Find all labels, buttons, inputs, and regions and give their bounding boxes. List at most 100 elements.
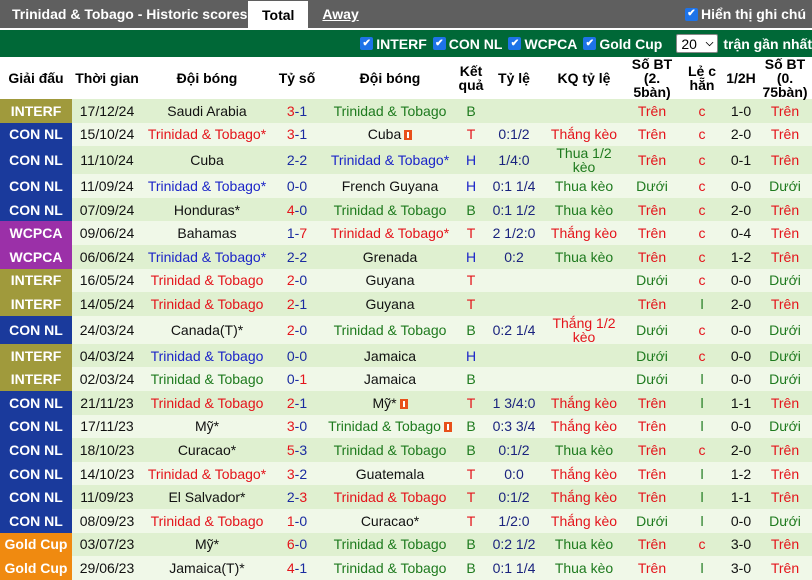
away-team[interactable]: Trinidad & Tobago [322,414,458,439]
filter-interf[interactable]: ✔ INTERF [360,36,427,52]
table-row[interactable]: CON NL 08/09/23 Trinidad & Tobago 1-0 Curaca… [0,508,812,533]
away-team[interactable]: Guatemala [322,461,458,486]
checkbox-checked-icon[interactable]: ✔ [685,7,698,21]
home-team[interactable]: Trinidad & Tobago* [142,122,272,147]
table-row[interactable]: INTERF 16/05/24 Trinidad & Tobago 2-0 Guyana… [0,268,812,293]
away-team[interactable]: Trinidad & Tobago [322,99,458,123]
away-team[interactable]: Trinidad & Tobago* [322,221,458,245]
score[interactable]: 2-2 [272,146,322,175]
table-row[interactable]: CON NL 07/09/24 Honduras* 4-0 Trinidad & Tob… [0,197,812,222]
score[interactable]: 2-0 [272,315,322,344]
home-team[interactable]: El Salvador* [142,485,272,509]
away-team[interactable]: Grenada [322,244,458,269]
score[interactable]: 4-0 [272,197,322,222]
home-team[interactable]: Trinidad & Tobago [142,343,272,368]
table-row[interactable]: INTERF 04/03/24 Trinidad & Tobago 0-0 Jamaic… [0,343,812,368]
home-team[interactable]: Mỹ* [142,414,272,439]
tab-total[interactable]: Total [248,1,309,28]
checkbox-checked-icon[interactable]: ✔ [360,37,374,50]
table-row[interactable]: CON NL 11/09/24 Trinidad & Tobago* 0-0 Frenc… [0,174,812,198]
table-row[interactable]: CON NL 11/09/23 El Salvador* 2-3 Trinidad & … [0,485,812,509]
away-team[interactable]: Trinidad & Tobago [322,485,458,509]
away-team[interactable]: Mỹ* [322,390,458,415]
score[interactable]: 3-0 [272,414,322,439]
score[interactable]: 2-1 [272,292,322,316]
home-team[interactable]: Honduras* [142,197,272,222]
table-row[interactable]: INTERF 02/03/24 Trinidad & Tobago 0-1 Jamaic… [0,367,812,391]
league-badge[interactable]: CON NL [0,315,72,344]
show-notes-toggle[interactable]: ✔ Hiển thị ghi chú [685,0,806,28]
table-row[interactable]: WCPCA 06/06/24 Trinidad & Tobago* 2-2 Grenad… [0,244,812,269]
home-team[interactable]: Trinidad & Tobago* [142,244,272,269]
league-badge[interactable]: INTERF [0,268,72,293]
table-row[interactable]: CON NL 17/11/23 Mỹ* 3-0 Trinidad & Tobago B 0:… [0,414,812,439]
filter-wcpca[interactable]: ✔ WCPCA [508,36,577,52]
table-row[interactable]: CON NL 11/10/24 Cuba 2-2 Trinidad & Tobago* H… [0,146,812,175]
away-team[interactable]: Guyana [322,268,458,293]
league-badge[interactable]: INTERF [0,99,72,123]
table-row[interactable]: INTERF 17/12/24 Saudi Arabia 3-1 Trinidad & … [0,99,812,123]
league-badge[interactable]: INTERF [0,292,72,316]
league-badge[interactable]: INTERF [0,367,72,391]
home-team[interactable]: Canada(T)* [142,315,272,344]
score[interactable]: 0-0 [272,174,322,198]
table-row[interactable]: CON NL 21/11/23 Trinidad & Tobago 2-1 Mỹ* T 1 … [0,390,812,415]
league-badge[interactable]: CON NL [0,122,72,147]
home-team[interactable]: Bahamas [142,221,272,245]
score[interactable]: 3-1 [272,122,322,147]
match-count-select[interactable]: 20 ⌵ [676,34,719,53]
home-team[interactable]: Trinidad & Tobago* [142,174,272,198]
league-badge[interactable]: Gold Cup [0,532,72,557]
table-row[interactable]: Gold Cup 03/07/23 Mỹ* 6-0 Trinidad & Tobago B… [0,532,812,557]
home-team[interactable]: Curacao* [142,438,272,462]
league-badge[interactable]: CON NL [0,438,72,462]
score[interactable]: 2-1 [272,390,322,415]
home-team[interactable]: Mỹ* [142,532,272,557]
score[interactable]: 2-2 [272,244,322,269]
table-row[interactable]: CON NL 15/10/24 Trinidad & Tobago* 3-1 Cuba T… [0,122,812,147]
away-team[interactable]: Trinidad & Tobago [322,197,458,222]
away-team[interactable]: Trinidad & Tobago [322,532,458,557]
home-team[interactable]: Saudi Arabia [142,99,272,123]
checkbox-checked-icon[interactable]: ✔ [432,37,446,50]
league-badge[interactable]: CON NL [0,508,72,533]
away-team[interactable]: Jamaica [322,343,458,368]
score[interactable]: 5-3 [272,438,322,462]
score[interactable]: 3-1 [272,99,322,123]
league-badge[interactable]: INTERF [0,343,72,368]
filter-gold-cup[interactable]: ✔ Gold Cup [583,36,662,52]
table-row[interactable]: CON NL 24/03/24 Canada(T)* 2-0 Trinidad & To… [0,315,812,344]
away-team[interactable]: Jamaica [322,367,458,391]
league-badge[interactable]: CON NL [0,174,72,198]
away-team[interactable]: Trinidad & Tobago [322,315,458,344]
home-team[interactable]: Trinidad & Tobago [142,367,272,391]
league-badge[interactable]: WCPCA [0,244,72,269]
league-badge[interactable]: WCPCA [0,221,72,245]
away-team[interactable]: Trinidad & Tobago [322,438,458,462]
score[interactable]: 0-1 [272,367,322,391]
score[interactable]: 1-7 [272,221,322,245]
league-badge[interactable]: CON NL [0,197,72,222]
filter-con-nl[interactable]: ✔ CON NL [432,36,502,52]
home-team[interactable]: Trinidad & Tobago* [142,461,272,486]
home-team[interactable]: Trinidad & Tobago [142,508,272,533]
away-team[interactable]: Trinidad & Tobago* [322,146,458,175]
league-badge[interactable]: CON NL [0,390,72,415]
home-team[interactable]: Trinidad & Tobago [142,268,272,293]
table-row[interactable]: INTERF 14/05/24 Trinidad & Tobago 2-1 Guyana… [0,292,812,316]
home-team[interactable]: Trinidad & Tobago [142,292,272,316]
score[interactable]: 2-0 [272,268,322,293]
checkbox-checked-icon[interactable]: ✔ [583,37,597,50]
score[interactable]: 2-3 [272,485,322,509]
score[interactable]: 1-0 [272,508,322,533]
away-team[interactable]: Guyana [322,292,458,316]
table-row[interactable]: CON NL 14/10/23 Trinidad & Tobago* 3-2 Guate… [0,461,812,486]
tab-away[interactable]: Away [308,0,372,28]
checkbox-checked-icon[interactable]: ✔ [508,37,522,50]
score[interactable]: 0-0 [272,343,322,368]
league-badge[interactable]: CON NL [0,461,72,486]
league-badge[interactable]: CON NL [0,485,72,509]
score[interactable]: 3-2 [272,461,322,486]
away-team[interactable]: Cuba [322,122,458,147]
league-badge[interactable]: CON NL [0,414,72,439]
